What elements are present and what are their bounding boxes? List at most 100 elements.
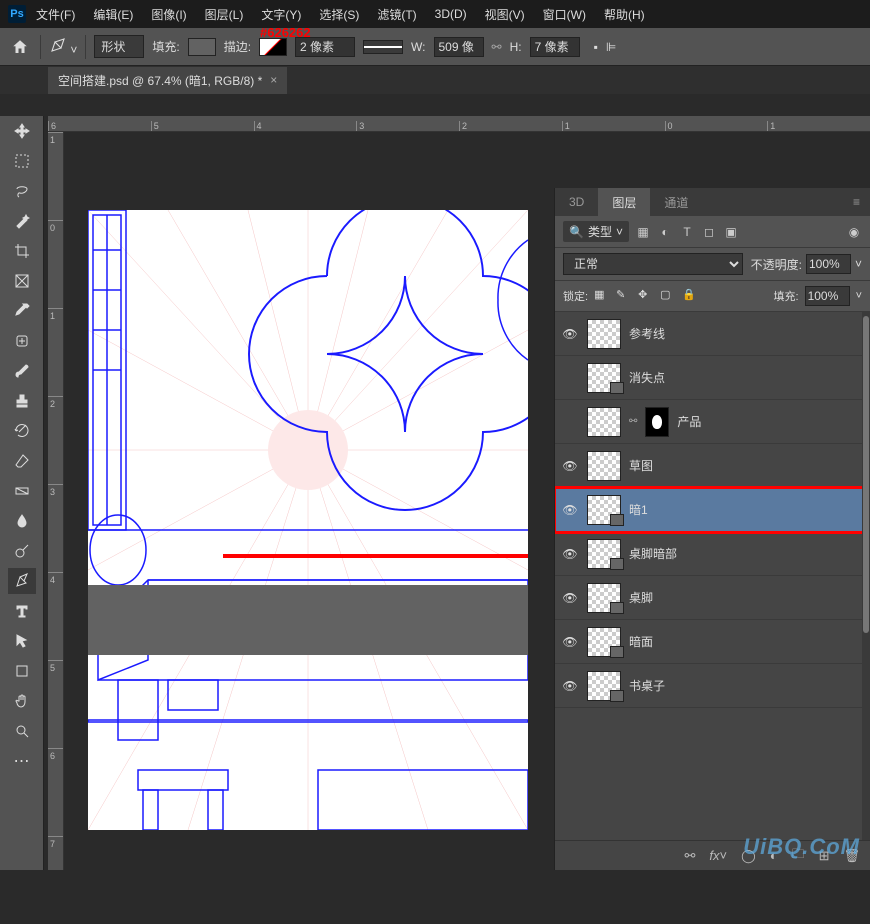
layer-row[interactable]: 👁 桌脚	[555, 576, 870, 620]
frame-tool-icon[interactable]	[8, 268, 36, 294]
document-tab[interactable]: 空间搭建.psd @ 67.4% (暗1, RGB/8) * ×	[48, 67, 287, 94]
eyedropper-tool-icon[interactable]	[8, 298, 36, 324]
opacity-input[interactable]	[806, 254, 851, 274]
menu-view[interactable]: 视图(V)	[485, 6, 525, 23]
brush-tool-icon[interactable]	[8, 358, 36, 384]
canvas[interactable]	[88, 210, 528, 830]
visibility-icon[interactable]: 👁	[561, 503, 579, 517]
hand-tool-icon[interactable]	[8, 688, 36, 714]
menu-3d[interactable]: 3D(D)	[435, 7, 467, 21]
lock-artboard-icon[interactable]: ▢	[660, 288, 676, 304]
link-layers-icon[interactable]: ⚯	[685, 848, 696, 864]
layer-name[interactable]: 暗面	[629, 633, 864, 650]
filter-toggle-icon[interactable]: ◉	[846, 224, 862, 240]
stroke-style-preview[interactable]	[363, 40, 403, 54]
delete-layer-icon[interactable]: 🗑	[843, 848, 860, 864]
link-wh-icon[interactable]: ⚯	[492, 40, 502, 54]
menu-type[interactable]: 文字(Y)	[261, 6, 301, 23]
layer-row[interactable]: 消失点	[555, 356, 870, 400]
layer-name[interactable]: 草图	[629, 457, 864, 474]
scrollbar[interactable]	[862, 312, 870, 840]
layer-row[interactable]: 👁 书桌子	[555, 664, 870, 708]
layer-name[interactable]: 参考线	[629, 325, 864, 342]
layer-row[interactable]: 👁 暗面	[555, 620, 870, 664]
layer-name[interactable]: 消失点	[629, 369, 864, 386]
menu-image[interactable]: 图像(I)	[151, 6, 186, 23]
layer-filter-type[interactable]: 🔍 类型 ˅	[563, 221, 629, 242]
adjustment-icon[interactable]: ◐	[770, 848, 778, 863]
mask-icon[interactable]: ◯	[741, 848, 756, 864]
lock-transparent-icon[interactable]: ▦	[594, 288, 610, 304]
type-tool-icon[interactable]	[8, 598, 36, 624]
layer-name[interactable]: 书桌子	[629, 677, 864, 694]
visibility-icon[interactable]: 👁	[561, 679, 579, 693]
layer-name[interactable]: 暗1	[629, 501, 864, 518]
filter-smart-icon[interactable]: ▣	[723, 224, 739, 240]
stroke-swatch[interactable]	[259, 38, 287, 56]
lasso-tool-icon[interactable]	[8, 178, 36, 204]
healing-tool-icon[interactable]	[8, 328, 36, 354]
menu-edit[interactable]: 编辑(E)	[93, 6, 133, 23]
shape-tool-icon[interactable]	[8, 658, 36, 684]
layer-row[interactable]: 👁 桌脚暗部	[555, 532, 870, 576]
height-input[interactable]	[530, 37, 580, 57]
width-input[interactable]	[434, 37, 484, 57]
blur-tool-icon[interactable]	[8, 508, 36, 534]
blend-mode-select[interactable]: 正常	[563, 253, 743, 275]
history-brush-icon[interactable]	[8, 418, 36, 444]
visibility-icon[interactable]: 👁	[561, 459, 579, 473]
filter-shape-icon[interactable]: ◻	[701, 224, 717, 240]
lock-pixels-icon[interactable]: ✎	[616, 288, 632, 304]
menu-window[interactable]: 窗口(W)	[543, 6, 586, 23]
lock-position-icon[interactable]: ✥	[638, 288, 654, 304]
layer-name[interactable]: 产品	[677, 413, 864, 430]
home-icon[interactable]	[8, 35, 32, 59]
stamp-tool-icon[interactable]	[8, 388, 36, 414]
marquee-tool-icon[interactable]	[8, 148, 36, 174]
layer-name[interactable]: 桌脚	[629, 589, 864, 606]
layer-row[interactable]: 👁 暗1	[555, 488, 870, 532]
new-layer-icon[interactable]: ⊞	[819, 848, 830, 864]
dodge-tool-icon[interactable]	[8, 538, 36, 564]
tab-3d[interactable]: 3D	[555, 189, 598, 215]
crop-tool-icon[interactable]	[8, 238, 36, 264]
menu-layer[interactable]: 图层(L)	[205, 6, 244, 23]
menu-filter[interactable]: 滤镜(T)	[377, 6, 416, 23]
visibility-icon[interactable]: 👁	[561, 327, 579, 341]
visibility-icon[interactable]: 👁	[561, 635, 579, 649]
menu-select[interactable]: 选择(S)	[319, 6, 359, 23]
filter-pixel-icon[interactable]: ▦	[635, 224, 651, 240]
pen-tool-icon[interactable]	[8, 568, 36, 594]
layer-row[interactable]: 👁 草图	[555, 444, 870, 488]
gradient-tool-icon[interactable]	[8, 478, 36, 504]
layer-row[interactable]: ⚯ 产品	[555, 400, 870, 444]
filter-type-icon[interactable]: T	[679, 224, 695, 240]
align-icon[interactable]: ⊫	[606, 40, 616, 54]
move-tool-icon[interactable]	[8, 118, 36, 144]
visibility-icon[interactable]: 👁	[561, 591, 579, 605]
menu-help[interactable]: 帮助(H)	[604, 6, 645, 23]
fill-swatch[interactable]	[188, 38, 216, 56]
zoom-tool-icon[interactable]	[8, 718, 36, 744]
tool-mode-select[interactable]: 形状	[94, 35, 144, 58]
close-tab-icon[interactable]: ×	[270, 73, 277, 87]
layer-name[interactable]: 桌脚暗部	[629, 545, 864, 562]
pen-tool-icon[interactable]: ˅	[49, 36, 77, 57]
fx-icon[interactable]: fx˅	[709, 848, 727, 863]
filter-adjust-icon[interactable]: ◐	[657, 224, 673, 240]
layer-row[interactable]: 👁 参考线	[555, 312, 870, 356]
lock-all-icon[interactable]: 🔒	[682, 288, 698, 304]
layers-list[interactable]: 👁 参考线 消失点 ⚯ 产品 👁 草图 👁 暗1 👁 桌脚暗部 👁 桌脚 👁 暗…	[555, 312, 870, 840]
menu-file[interactable]: 文件(F)	[36, 6, 75, 23]
path-ops-icon[interactable]: ▪	[594, 40, 598, 54]
group-icon[interactable]: 🗀	[792, 845, 805, 867]
tab-channels[interactable]: 通道	[650, 188, 702, 217]
path-select-icon[interactable]	[8, 628, 36, 654]
visibility-icon[interactable]: 👁	[561, 547, 579, 561]
tab-layers[interactable]: 图层	[598, 188, 650, 217]
eraser-tool-icon[interactable]	[8, 448, 36, 474]
more-tools-icon[interactable]: ⋯	[8, 748, 36, 774]
wand-tool-icon[interactable]	[8, 208, 36, 234]
fill-input[interactable]	[805, 286, 850, 306]
panel-menu-icon[interactable]: ≡	[843, 195, 870, 209]
